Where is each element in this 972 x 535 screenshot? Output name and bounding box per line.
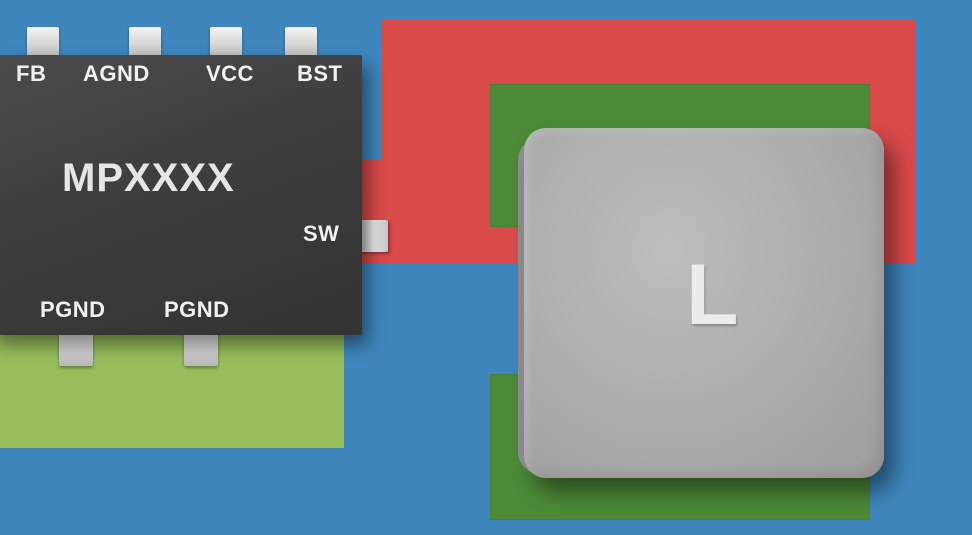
pin-label-agnd: AGND [83, 61, 150, 86]
ic-pin-pgnd-1 [59, 330, 93, 366]
pin-label-vcc: VCC [206, 61, 254, 86]
pin-label-fb: FB [16, 61, 47, 86]
pgnd-copper-pour [0, 330, 344, 448]
inductor-label: L [686, 247, 739, 343]
ic-pin-pgnd-2 [184, 330, 218, 366]
ic-pin-sw [358, 220, 388, 252]
pin-label-sw: SW [303, 221, 340, 246]
ic-part-name: MPXXXX [62, 156, 235, 200]
pin-label-pgnd-2: PGND [164, 297, 230, 322]
pin-label-bst: BST [297, 61, 343, 86]
pcb-board: FB AGND VCC BST MPXXXX SW PGND PGND L [0, 0, 972, 535]
pin-label-pgnd-1: PGND [40, 297, 106, 322]
